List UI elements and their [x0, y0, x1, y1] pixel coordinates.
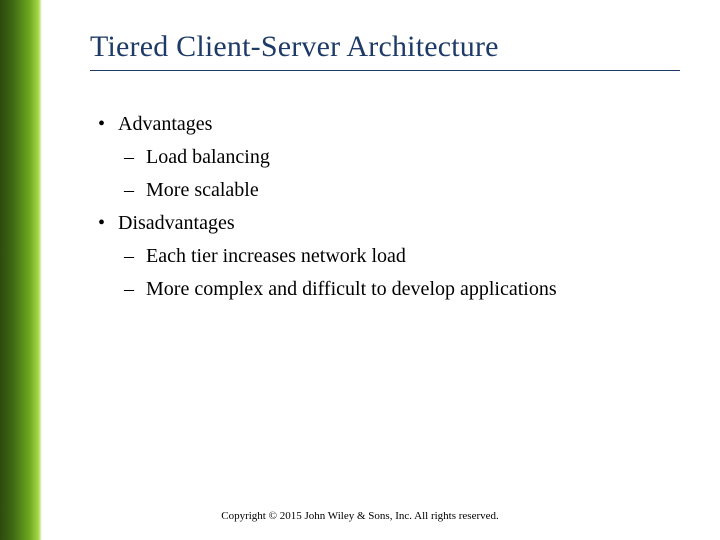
copyright-footer: Copyright © 2015 John Wiley & Sons, Inc.…: [0, 510, 720, 522]
sub-bullet-text: More complex and difficult to develop ap…: [146, 278, 557, 300]
list-item: Load balancing: [118, 142, 680, 173]
decorative-sidebar: [0, 0, 42, 540]
list-item: More scalable: [118, 175, 680, 206]
bullet-list: Advantages Load balancing More scalable …: [90, 109, 680, 305]
sub-bullet-text: Load balancing: [146, 146, 270, 168]
list-item: More complex and difficult to develop ap…: [118, 274, 680, 305]
bullet-text: Disadvantages: [118, 212, 235, 234]
list-item: Disadvantages Each tier increases networ…: [90, 208, 680, 305]
list-item: Each tier increases network load: [118, 241, 680, 272]
sub-bullet-list: Each tier increases network load More co…: [118, 241, 680, 305]
bullet-text: Advantages: [118, 113, 212, 135]
slide-title: Tiered Client-Server Architecture: [90, 30, 680, 71]
slide-content: Tiered Client-Server Architecture Advant…: [42, 0, 720, 540]
sub-bullet-list: Load balancing More scalable: [118, 142, 680, 206]
sub-bullet-text: More scalable: [146, 179, 259, 201]
list-item: Advantages Load balancing More scalable: [90, 109, 680, 206]
sub-bullet-text: Each tier increases network load: [146, 245, 406, 267]
